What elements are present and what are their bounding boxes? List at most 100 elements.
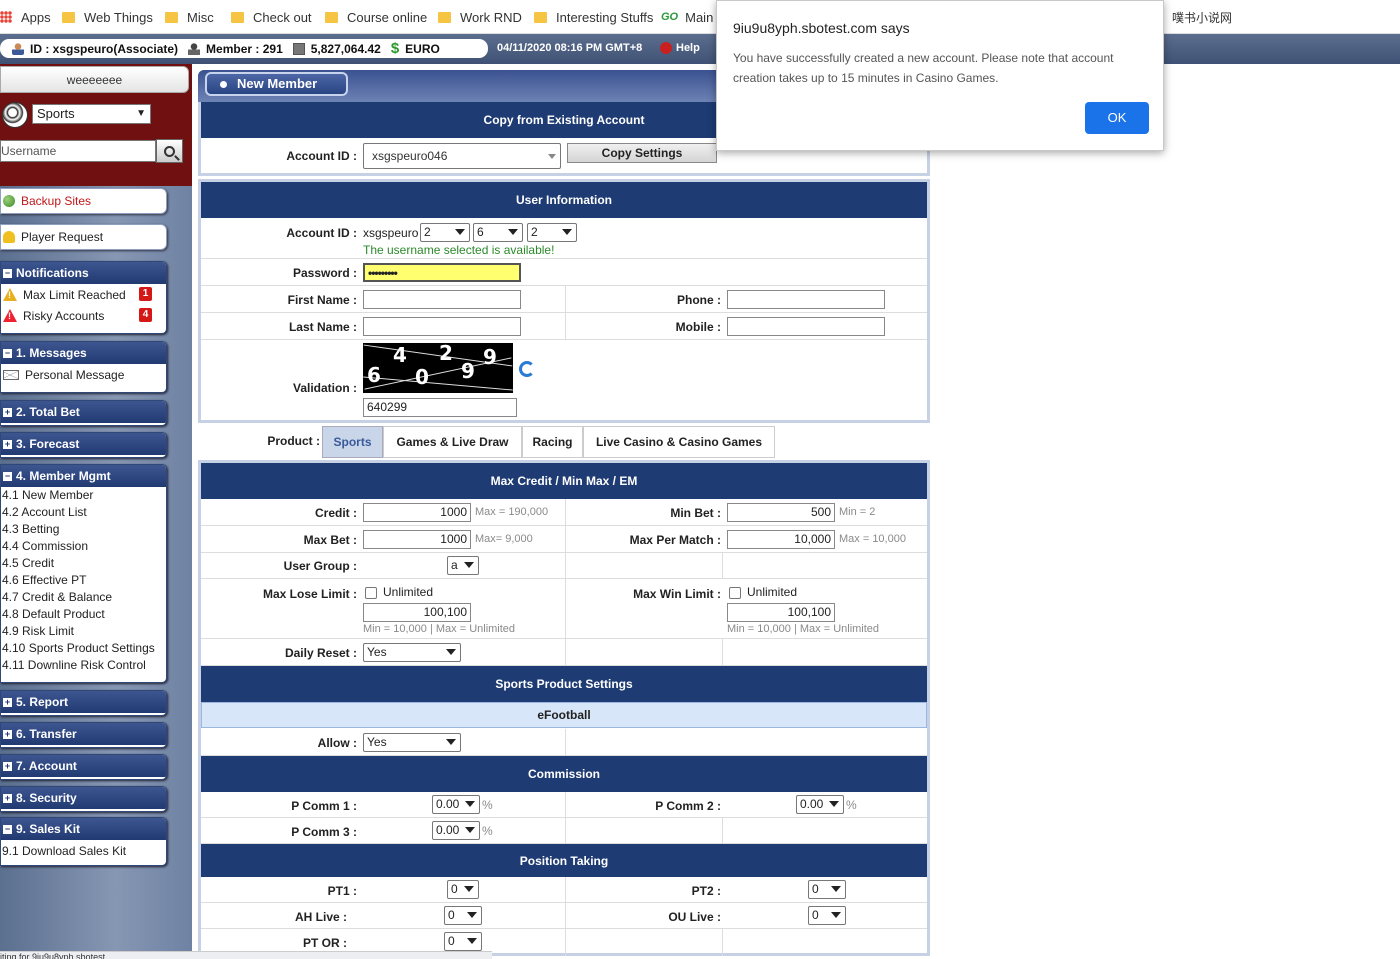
bookmark-misc[interactable]: Misc <box>165 8 214 26</box>
max-win-limit-field[interactable]: 100,100 <box>727 603 835 622</box>
account-id-select-2[interactable]: 6 <box>473 223 523 242</box>
expand-icon: + <box>3 792 12 803</box>
max-lose-limit-field[interactable]: 100,100 <box>363 603 471 622</box>
bookmark-main[interactable]: GO Main <box>661 8 713 26</box>
member-mgmt-header[interactable]: −4. Member Mgmt <box>1 465 166 487</box>
tab-racing[interactable]: Racing <box>522 426 583 458</box>
member-mgmt-section: −4. Member Mgmt 4.1 New Member 4.2 Accou… <box>0 464 167 683</box>
daily-reset-select[interactable]: Yes <box>363 643 461 662</box>
menu-risk-limit[interactable]: 4.9 Risk Limit <box>1 623 166 640</box>
warning-icon <box>3 288 17 301</box>
p-comm-2-select[interactable]: 0.00 <box>796 795 844 814</box>
search-button[interactable] <box>156 139 183 163</box>
pt1-select[interactable]: 0 <box>447 880 479 899</box>
messages-section: −1. Messages Personal Message <box>0 341 167 393</box>
forecast-section[interactable]: +3. Forecast <box>0 432 167 458</box>
bookmark-check-out[interactable]: Check out <box>231 8 312 26</box>
alert-icon <box>3 309 17 322</box>
bookmark-novel-site[interactable]: 噗书小说网 <box>1172 8 1232 26</box>
personal-message-item[interactable]: Personal Message <box>1 364 166 385</box>
ou-live-select[interactable]: 0 <box>808 906 846 925</box>
folder-icon <box>438 11 451 23</box>
validation-code-field[interactable]: 640299 <box>363 398 517 417</box>
calculator-icon <box>292 42 305 55</box>
menu-credit-balance[interactable]: 4.7 Credit & Balance <box>1 589 166 606</box>
pt-or-select[interactable]: 0 <box>444 932 482 951</box>
user-group-select[interactable]: a <box>447 556 479 575</box>
dialog-title: 9iu9u8yph.sbotest.com says <box>733 20 910 36</box>
backup-sites-button[interactable]: Backup Sites <box>0 188 167 214</box>
dollar-icon: $ <box>390 40 400 57</box>
first-name-field[interactable] <box>363 290 521 309</box>
account-id-select-1[interactable]: 2 <box>420 223 470 242</box>
username-search-input[interactable]: Username <box>0 140 156 162</box>
last-name-field[interactable] <box>363 317 521 336</box>
total-bet-section[interactable]: +2. Total Bet <box>0 400 167 426</box>
account-id-select-3[interactable]: 2 <box>527 223 577 242</box>
min-bet-field[interactable]: 500 <box>727 503 835 522</box>
password-field[interactable]: ••••••••• <box>363 263 521 282</box>
menu-commission[interactable]: 4.4 Commission <box>1 538 166 555</box>
max-bet-field[interactable]: 1000 <box>363 530 471 549</box>
bookmark-work-rnd[interactable]: Work RND <box>438 8 522 26</box>
security-section[interactable]: +8. Security <box>0 786 167 812</box>
bookmark-interesting-stuffs[interactable]: Interesting Stuffs <box>534 8 653 26</box>
transfer-section[interactable]: +6. Transfer <box>0 722 167 748</box>
messages-header[interactable]: −1. Messages <box>1 342 166 364</box>
phone-field[interactable] <box>727 290 885 309</box>
ok-button[interactable]: OK <box>1085 102 1149 134</box>
report-section[interactable]: +5. Report <box>0 690 167 716</box>
ah-live-select[interactable]: 0 <box>444 906 482 925</box>
menu-default-product[interactable]: 4.8 Default Product <box>1 606 166 623</box>
chevron-down-icon: ▼ <box>136 108 146 119</box>
notifications-header[interactable]: − Notifications <box>1 262 166 284</box>
bookmark-apps[interactable]: Apps <box>0 8 51 26</box>
pt2-select[interactable]: 0 <box>808 880 846 899</box>
player-request-button[interactable]: Player Request <box>0 224 167 250</box>
efootball-subheader: eFootball <box>201 702 927 728</box>
copy-settings-button[interactable]: Copy Settings <box>567 143 717 163</box>
account-section[interactable]: +7. Account <box>0 754 167 780</box>
tab-sports[interactable]: Sports <box>322 426 383 458</box>
menu-credit[interactable]: 4.5 Credit <box>1 555 166 572</box>
menu-download-sales-kit[interactable]: 9.1 Download Sales Kit <box>1 840 166 862</box>
copy-account-select[interactable]: xsgspeuro046 <box>363 143 561 169</box>
refresh-captcha-icon[interactable] <box>519 361 535 377</box>
menu-new-member[interactable]: 4.1 New Member <box>1 487 166 504</box>
menu-effective-pt[interactable]: 4.6 Effective PT <box>1 572 166 589</box>
balance-text: 5,827,064.42 <box>310 41 381 56</box>
sport-select[interactable]: Sports ▼ <box>32 104 151 124</box>
checkbox-icon <box>365 586 377 599</box>
max-lose-unlimited-checkbox[interactable]: Unlimited <box>365 585 433 599</box>
max-per-match-field[interactable]: 10,000 <box>727 530 835 549</box>
tab-new-member[interactable]: New Member <box>205 72 348 96</box>
tab-live-casino[interactable]: Live Casino & Casino Games <box>583 426 775 458</box>
menu-downline-risk-control[interactable]: 4.11 Downline Risk Control <box>1 657 166 674</box>
tab-games-live-draw[interactable]: Games & Live Draw <box>383 426 522 458</box>
credit-field[interactable]: 1000 <box>363 503 471 522</box>
dialog-message: You have successfully created a new acco… <box>733 51 1114 85</box>
expand-icon: + <box>3 696 12 707</box>
user-information-header: User Information <box>201 182 927 218</box>
p-comm-3-select[interactable]: 0.00 <box>432 821 480 840</box>
sales-kit-header[interactable]: −9. Sales Kit <box>1 818 166 840</box>
menu-account-list[interactable]: 4.2 Account List <box>1 504 166 521</box>
bookmark-course-online[interactable]: Course online <box>325 8 427 26</box>
sidebar-user-name: weeeeeee <box>0 66 189 93</box>
chevron-down-icon <box>465 801 475 807</box>
menu-sports-product-settings[interactable]: 4.10 Sports Product Settings <box>1 640 166 657</box>
max-win-unlimited-checkbox[interactable]: Unlimited <box>729 585 797 599</box>
mobile-field[interactable] <box>727 317 885 336</box>
go-icon: GO <box>661 11 679 23</box>
efootball-allow-select[interactable]: Yes <box>363 733 461 752</box>
sports-product-settings-header: Sports Product Settings <box>201 666 927 702</box>
help-link[interactable]: Help <box>660 42 700 54</box>
commission-header: Commission <box>201 756 927 792</box>
chevron-down-icon <box>465 827 475 833</box>
collapse-icon: − <box>3 823 12 834</box>
menu-betting[interactable]: 4.3 Betting <box>1 521 166 538</box>
notification-max-limit[interactable]: Max Limit Reached1 <box>1 284 166 305</box>
p-comm-1-select[interactable]: 0.00 <box>432 795 480 814</box>
bookmark-web-things[interactable]: Web Things <box>62 8 153 26</box>
notification-risky-accounts[interactable]: Risky Accounts4 <box>1 305 166 326</box>
